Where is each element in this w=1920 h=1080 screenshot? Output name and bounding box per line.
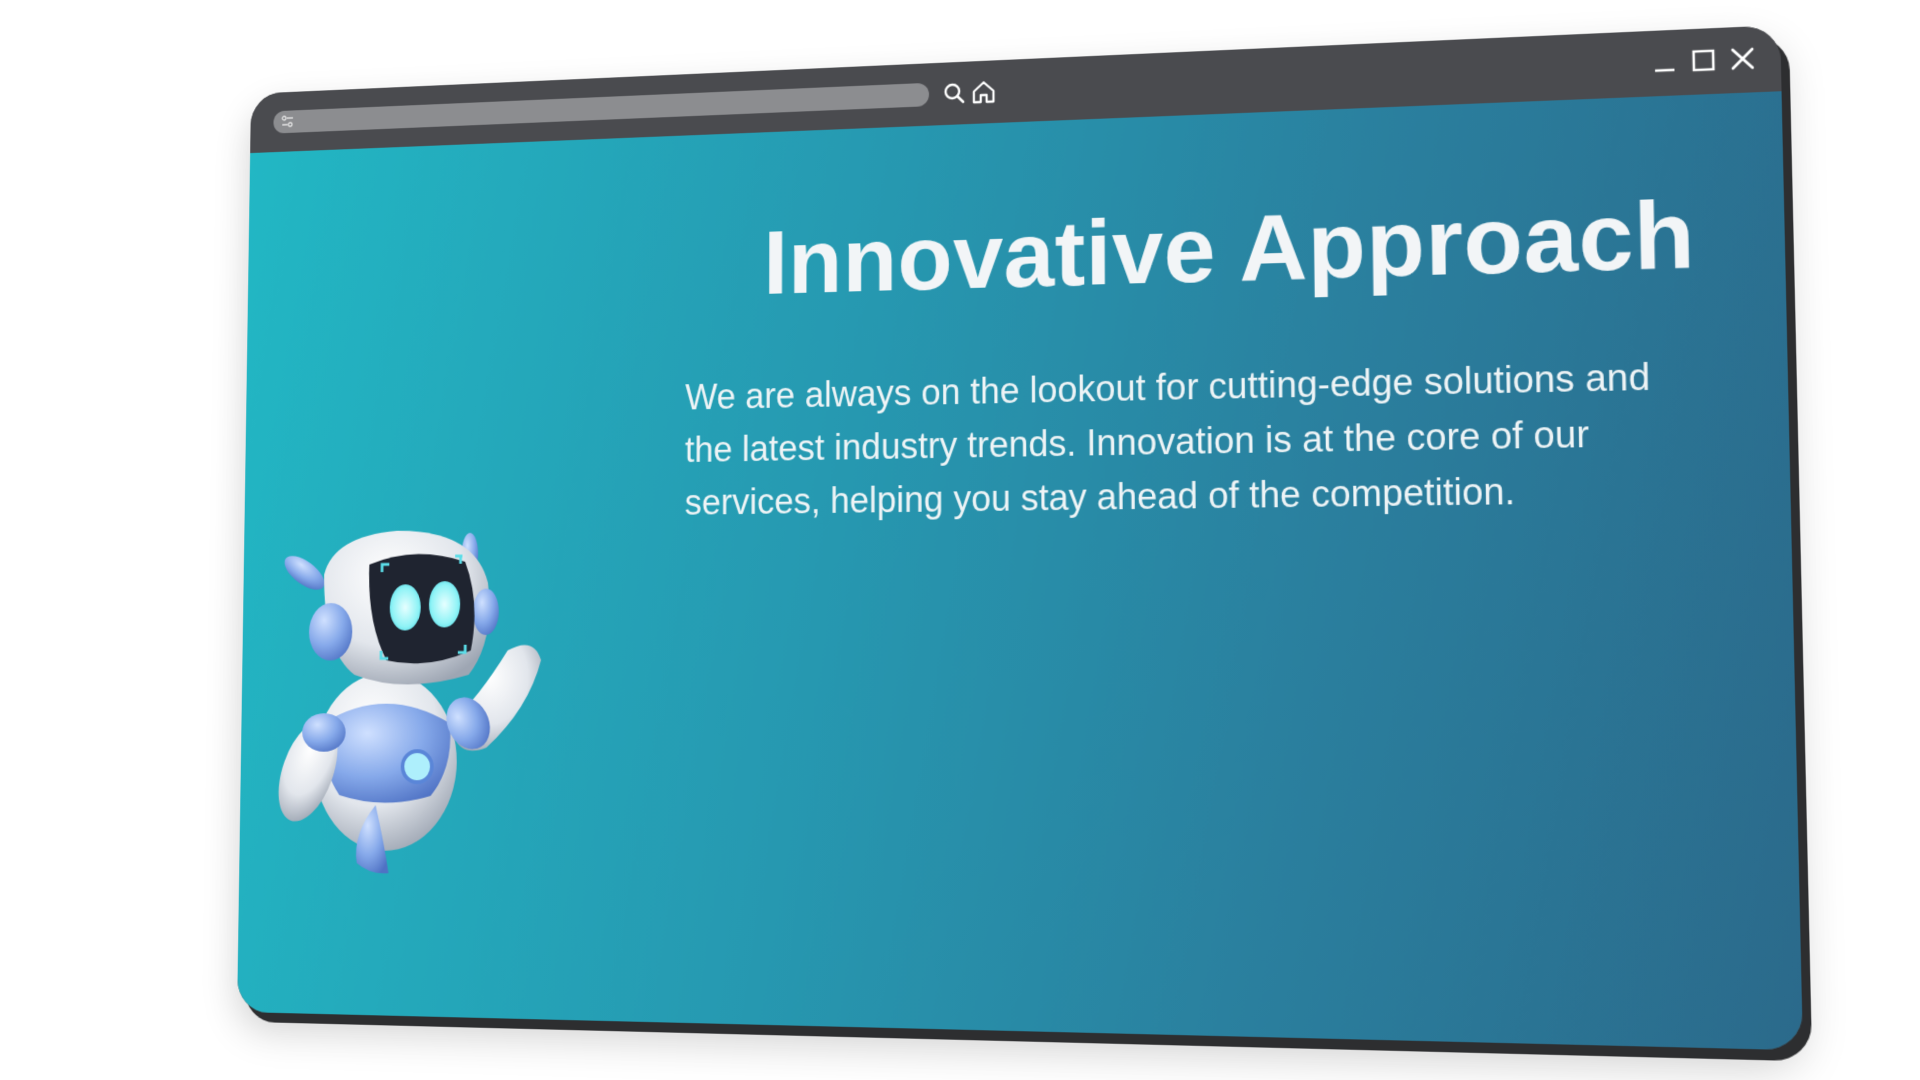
address-bar[interactable] (273, 83, 929, 134)
page-title: Innovative Approach (761, 187, 1698, 308)
page-content: Innovative Approach We are always on the… (237, 91, 1803, 1050)
sliders-icon[interactable] (280, 114, 294, 129)
hero-description: We are always on the lookout for cutting… (685, 349, 1660, 529)
home-icon[interactable] (970, 78, 997, 107)
minimize-icon[interactable] (1646, 44, 1683, 80)
stage: Innovative Approach We are always on the… (0, 0, 1920, 1080)
close-icon[interactable] (1724, 40, 1762, 77)
search-icon[interactable] (941, 79, 968, 107)
maximize-icon[interactable] (1685, 42, 1723, 78)
robot-mascot (266, 514, 572, 895)
browser-window: Innovative Approach We are always on the… (237, 25, 1803, 1050)
